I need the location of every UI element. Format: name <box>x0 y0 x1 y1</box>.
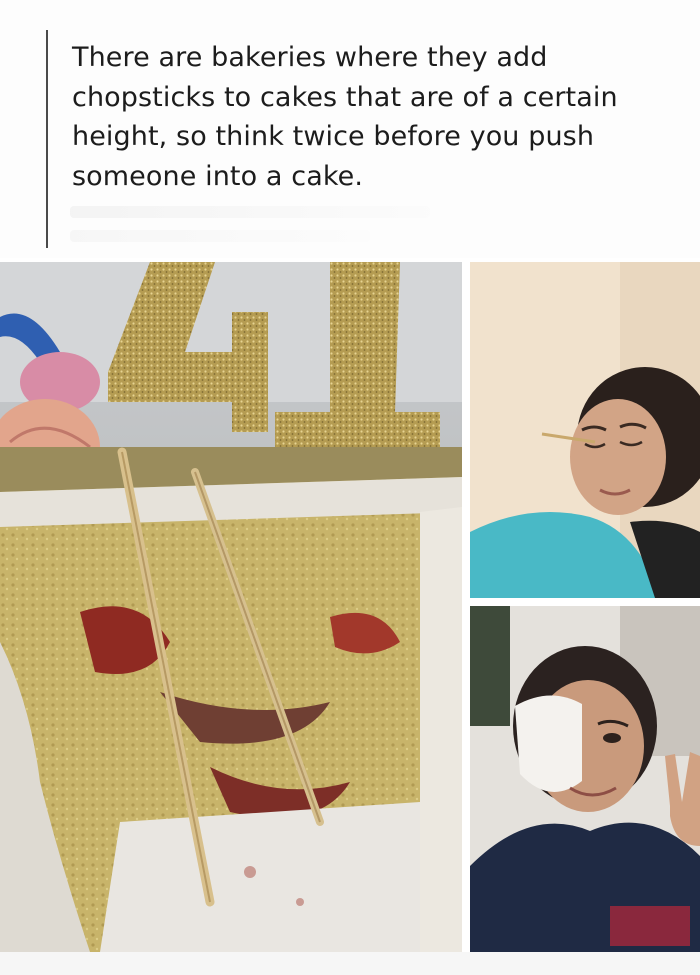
faded-text-line <box>70 230 370 242</box>
cake-photo <box>0 262 462 952</box>
woman-bandage-image <box>470 606 700 952</box>
woman-chopstick-image <box>470 262 700 598</box>
faded-text-line <box>70 206 430 218</box>
post-header: There are bakeries where they add chopst… <box>0 0 700 258</box>
quote-bar <box>46 30 48 248</box>
woman-bandage-photo <box>470 606 700 952</box>
cake-photo-image <box>0 262 462 952</box>
woman-chopstick-photo <box>470 262 700 598</box>
post-text: There are bakeries where they add chopst… <box>72 42 618 192</box>
bottom-strip <box>0 952 700 975</box>
